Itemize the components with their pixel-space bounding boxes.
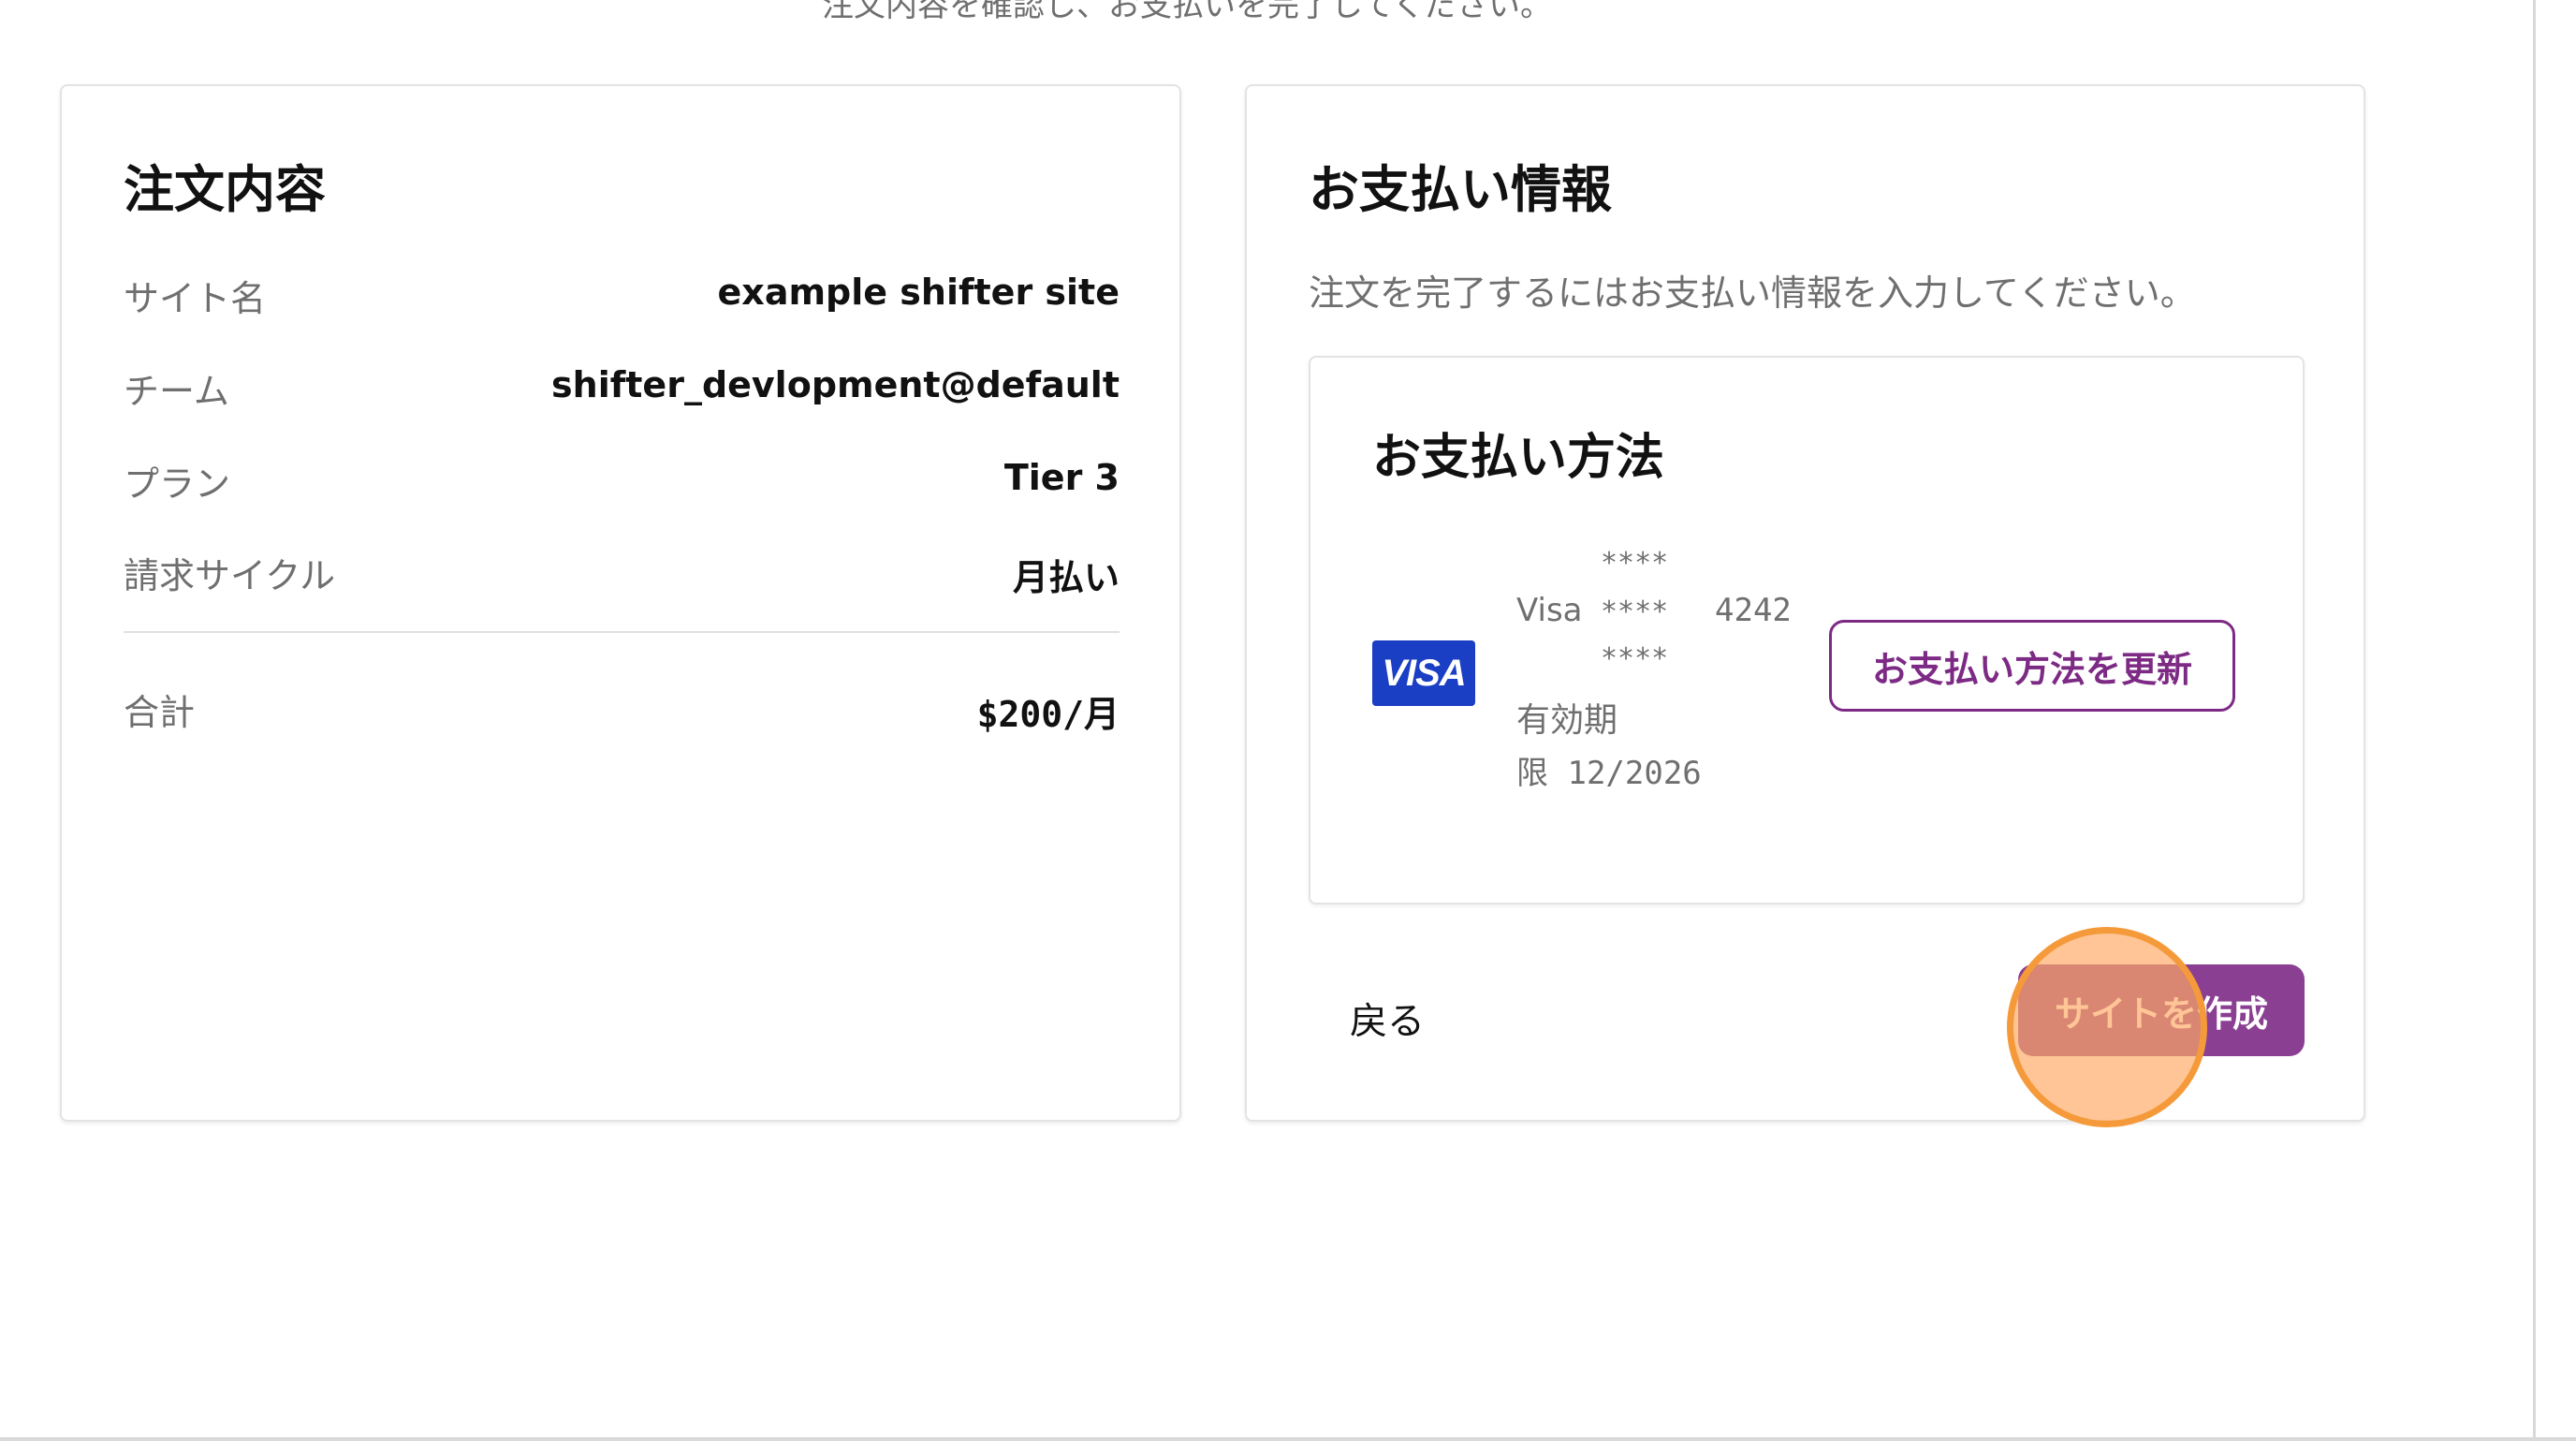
window-bottom-edge (0, 1437, 2576, 1441)
order-row-total: 合計 $200/月 (124, 684, 1120, 740)
order-total-value: $200/月 (976, 694, 1120, 735)
order-divider (124, 631, 1120, 633)
order-summary-card: 注文内容 サイト名 example shifter site チーム shift… (60, 84, 1181, 1122)
order-row-billing-cycle: 請求サイクル 月払い (124, 547, 1120, 603)
payment-info-title: お支払い情報 (1309, 160, 1612, 219)
card-mask-2: **** (1601, 596, 1669, 628)
window-right-edge (2533, 0, 2576, 1441)
checkout-page: 注文内容を確認し、お支払いを完了してください。 注文内容 サイト名 exampl… (0, 0, 2576, 1441)
order-row-label: サイト名 (124, 278, 267, 319)
order-row-team: チーム shifter_devlopment@default (124, 362, 1120, 419)
card-mask-1: **** (1601, 547, 1669, 580)
payment-method-title: お支払い方法 (1372, 430, 1665, 486)
order-total-label: 合計 (124, 692, 196, 733)
order-row-label: 請求サイクル (124, 555, 336, 596)
card-brand: Visa (1516, 592, 1583, 629)
payment-info-card: お支払い情報 注文を完了するにはお支払い情報を入力してください。 お支払い方法 … (1245, 84, 2365, 1122)
back-button[interactable]: 戻る (1350, 991, 1425, 1045)
payment-info-description: 注文を完了するにはお支払い情報を入力してください。 (1309, 272, 2196, 314)
page-subtitle: 注文内容を確認し、お支払いを完了してください。 (822, 0, 1552, 24)
order-row-label: プラン (124, 463, 231, 505)
card-expiry-label: 有効期 (1516, 701, 1618, 740)
order-row-plan: プラン Tier 3 (124, 455, 1120, 511)
order-row-value: Tier 3 (1003, 457, 1120, 498)
create-site-button[interactable]: サイトを作成 (2018, 964, 2305, 1056)
order-row-label: チーム (124, 371, 229, 412)
order-row-value: shifter_devlopment@default (551, 364, 1120, 405)
card-last4: 4242 (1715, 592, 1792, 629)
payment-method-box: お支払い方法 VISA **** Visa **** 4242 **** 有効期… (1309, 356, 2305, 904)
order-row-value: example shifter site (717, 272, 1120, 313)
card-mask-3: **** (1601, 642, 1669, 675)
visa-card-icon: VISA (1372, 640, 1475, 706)
card-expiry-value: 限 12/2026 (1516, 755, 1702, 792)
order-row-value: 月払い (1012, 557, 1120, 598)
order-summary-title: 注文内容 (124, 160, 326, 219)
order-row-site-name: サイト名 example shifter site (124, 270, 1120, 326)
update-payment-method-button[interactable]: お支払い方法を更新 (1829, 620, 2235, 712)
